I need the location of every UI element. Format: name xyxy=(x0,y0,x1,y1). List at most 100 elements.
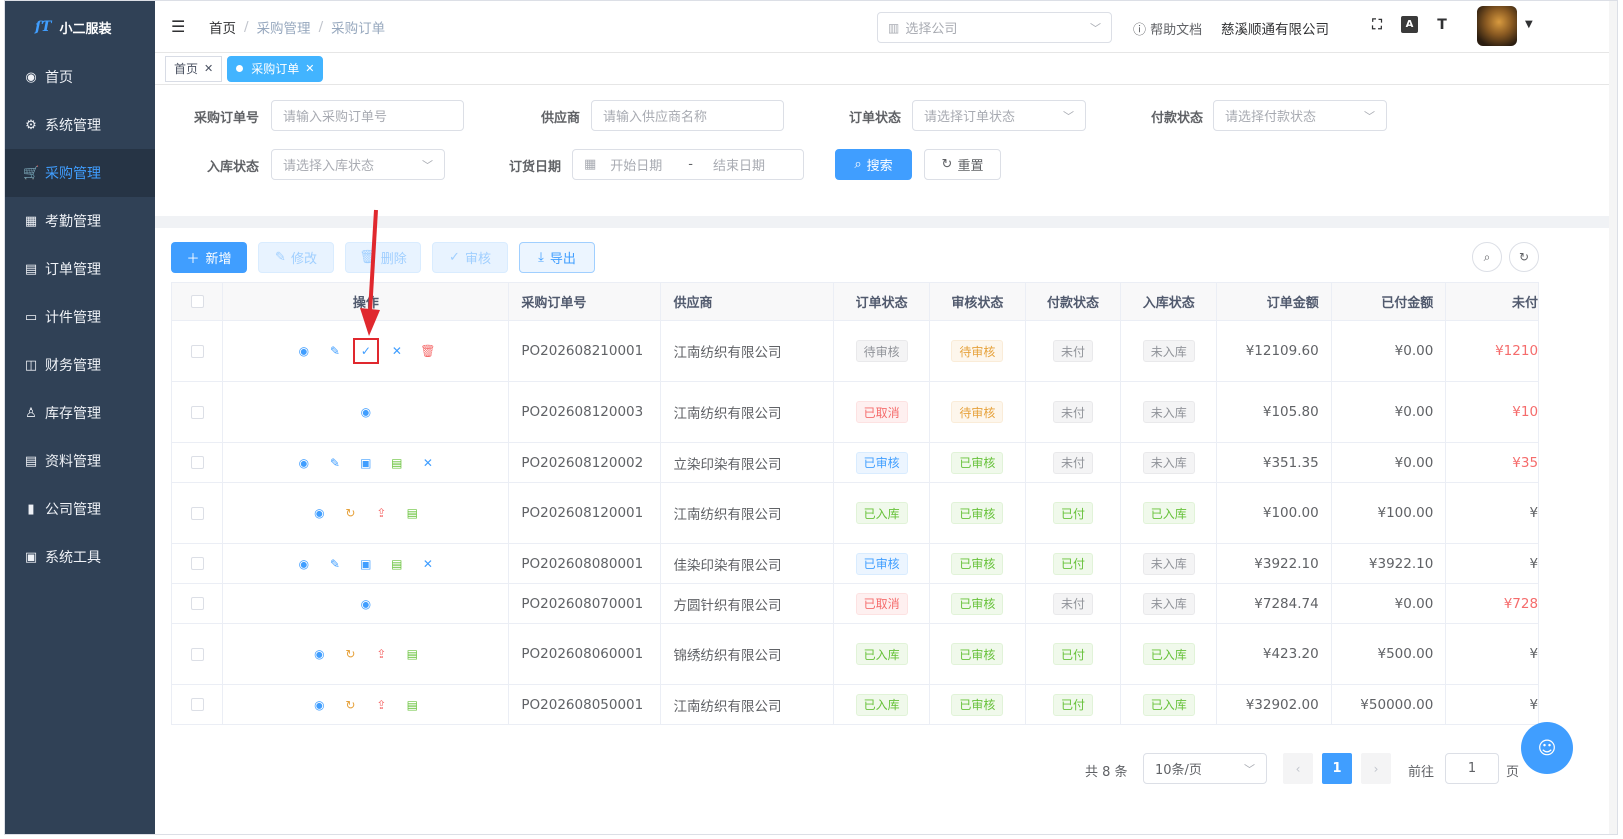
supplier-input[interactable]: 请输入供应商名称 xyxy=(591,100,784,131)
po-number-cell[interactable]: PO202608120003 xyxy=(509,382,662,442)
sidebar-item-5[interactable]: ▭ 计件管理 xyxy=(5,293,155,341)
sidebar-item-0[interactable]: ◉ 首页 xyxy=(5,53,155,101)
goto-page-input[interactable]: 1 xyxy=(1445,753,1499,784)
language-icon[interactable]: A xyxy=(1401,16,1418,33)
breadcrumb-item-purchase[interactable]: 采购管理 xyxy=(257,17,311,37)
refresh-icon[interactable]: ↻ xyxy=(342,697,358,713)
row-checkbox[interactable] xyxy=(190,647,204,661)
edit-icon[interactable]: ✎ xyxy=(327,455,343,471)
prev-page-button[interactable]: ‹ xyxy=(1283,753,1313,784)
payment-icon[interactable]: ▤ xyxy=(404,697,420,713)
avatar[interactable] xyxy=(1477,6,1517,46)
sidebar-item-10[interactable]: ▣ 系统工具 xyxy=(5,533,155,581)
fullscreen-icon[interactable]: ⛶ xyxy=(1367,15,1387,35)
return-icon[interactable]: ⇪ xyxy=(373,646,389,662)
sidebar: ſƬ 小二服装 ◉ 首页 ⚙ 系统管理 🛒 采购管理 ▦ 考勤管理 ▤ 订单管理 ▭ 计件管理 ◫ 财务管… xyxy=(5,1,155,834)
po-number-cell[interactable]: PO202608120001 xyxy=(509,483,662,543)
delete-icon[interactable]: 🗑 xyxy=(420,343,436,359)
page-number-current[interactable]: 1 xyxy=(1322,753,1352,784)
select-all-checkbox[interactable] xyxy=(190,295,204,308)
help-docs-link[interactable]: ⓘ 帮助文档 xyxy=(1133,19,1202,38)
eye-icon[interactable]: ◉ xyxy=(311,505,327,521)
refresh-table-button[interactable]: ↻ xyxy=(1509,242,1539,272)
edit-button[interactable]: ✎ 修改 xyxy=(258,242,334,273)
sidebar-item-6[interactable]: ◫ 财务管理 xyxy=(5,341,155,389)
breadcrumb-item-home[interactable]: 首页 xyxy=(209,17,236,37)
company-select[interactable]: ▥ 选择公司 ﹀ xyxy=(877,12,1112,43)
refresh-icon[interactable]: ↻ xyxy=(342,505,358,521)
po-number-cell[interactable]: PO202608060001 xyxy=(509,624,662,684)
sidebar-item-1[interactable]: ⚙ 系统管理 xyxy=(5,101,155,149)
row-select-cell xyxy=(172,544,224,583)
audit-button[interactable]: ✓ 审核 xyxy=(432,242,508,273)
next-page-button[interactable]: › xyxy=(1361,753,1391,784)
eye-icon[interactable]: ◉ xyxy=(296,556,312,572)
po-number-cell[interactable]: PO202608080001 xyxy=(509,544,662,583)
eye-icon[interactable]: ◉ xyxy=(358,404,374,420)
po-number-input[interactable]: 请输入采购订单号 xyxy=(271,100,464,131)
check-icon[interactable]: ✓ xyxy=(352,338,379,364)
order-date-range[interactable]: ▦ 开始日期 - 结束日期 xyxy=(572,149,804,180)
sidebar-item-9[interactable]: ▮ 公司管理 xyxy=(5,485,155,533)
eye-icon[interactable]: ◉ xyxy=(296,455,312,471)
sidebar-item-2[interactable]: 🛒 采购管理 xyxy=(5,149,155,197)
sidebar-item-7[interactable]: ♙ 库存管理 xyxy=(5,389,155,437)
stock-in-icon[interactable]: ▣ xyxy=(358,455,374,471)
payment-icon[interactable]: ▤ xyxy=(389,556,405,572)
return-icon[interactable]: ⇪ xyxy=(373,505,389,521)
chat-bubble-button[interactable]: ☺ xyxy=(1521,722,1573,774)
po-number-cell[interactable]: PO202608070001 xyxy=(509,584,662,623)
row-checkbox[interactable] xyxy=(190,698,204,711)
row-checkbox[interactable] xyxy=(190,405,204,419)
scrollbar[interactable] xyxy=(1609,1,1617,834)
edit-icon[interactable]: ✎ xyxy=(327,556,343,572)
edit-icon[interactable]: ✎ xyxy=(327,343,343,359)
tag-purchase-order[interactable]: 采购订单 ✕ xyxy=(227,55,324,82)
po-number-cell[interactable]: PO202608050001 xyxy=(509,685,662,724)
eye-icon[interactable]: ◉ xyxy=(296,343,312,359)
sidebar-item-8[interactable]: ▤ 资料管理 xyxy=(5,437,155,485)
stock-status-select[interactable]: 请选择入库状态 ﹀ xyxy=(271,149,445,180)
close-icon[interactable]: ✕ xyxy=(204,62,213,75)
refresh-icon[interactable]: ↻ xyxy=(342,646,358,662)
row-checkbox[interactable] xyxy=(190,456,204,469)
close-icon[interactable]: ✕ xyxy=(420,455,436,471)
sidebar-item-3[interactable]: ▦ 考勤管理 xyxy=(5,197,155,245)
pay-status-select[interactable]: 请选择付款状态 ﹀ xyxy=(1213,100,1387,131)
payment-icon[interactable]: ▤ xyxy=(404,505,420,521)
return-icon[interactable]: ⇪ xyxy=(373,697,389,713)
breadcrumb-separator: / xyxy=(244,18,249,35)
search-button[interactable]: ⌕ 搜索 xyxy=(835,149,912,180)
delete-button[interactable]: 🗑 删除 xyxy=(345,242,421,273)
reset-button[interactable]: ↻ 重置 xyxy=(924,149,1001,180)
row-checkbox[interactable] xyxy=(190,506,204,520)
logo[interactable]: ſƬ 小二服装 xyxy=(5,1,155,53)
page-size-select[interactable]: 10条/页 ﹀ xyxy=(1143,753,1267,784)
row-checkbox[interactable] xyxy=(190,557,204,570)
eye-icon[interactable]: ◉ xyxy=(358,596,374,612)
close-icon[interactable]: ✕ xyxy=(420,556,436,572)
sidebar-item-4[interactable]: ▤ 订单管理 xyxy=(5,245,155,293)
export-button[interactable]: ⤓ 导出 xyxy=(519,242,595,273)
toggle-search-button[interactable]: ⌕ xyxy=(1472,242,1502,272)
date-end-placeholder[interactable]: 结束日期 xyxy=(713,155,765,174)
tag-home[interactable]: 首页 ✕ xyxy=(165,55,223,82)
po-number-cell[interactable]: PO202608210001 xyxy=(509,321,662,381)
row-checkbox[interactable] xyxy=(190,597,204,610)
payment-icon[interactable]: ▤ xyxy=(389,455,405,471)
date-start-placeholder[interactable]: 开始日期 xyxy=(610,155,688,174)
stock-in-icon[interactable]: ▣ xyxy=(358,556,374,572)
eye-icon[interactable]: ◉ xyxy=(311,697,327,713)
eye-icon[interactable]: ◉ xyxy=(311,646,327,662)
order-status-select[interactable]: 请选择订单状态 ﹀ xyxy=(912,100,1086,131)
caret-down-icon[interactable]: ▼ xyxy=(1525,19,1533,30)
add-button[interactable]: ＋ 新增 xyxy=(171,242,247,273)
payment-icon[interactable]: ▤ xyxy=(404,646,420,662)
stock-status-cell: 已入库 xyxy=(1121,685,1218,724)
font-size-icon[interactable]: T xyxy=(1432,15,1452,35)
row-checkbox[interactable] xyxy=(190,344,204,358)
close-icon[interactable]: ✕ xyxy=(305,62,314,75)
hamburger-icon[interactable]: ☰ xyxy=(171,17,189,36)
close-icon[interactable]: ✕ xyxy=(389,343,405,359)
po-number-cell[interactable]: PO202608120002 xyxy=(509,443,662,482)
